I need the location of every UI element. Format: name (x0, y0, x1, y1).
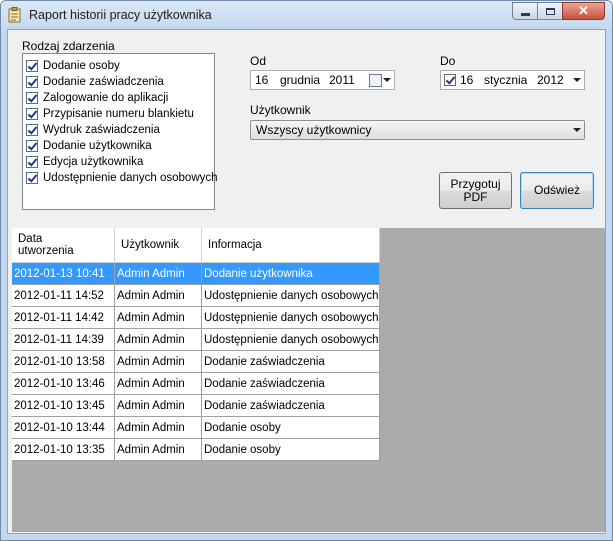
title-bar[interactable]: Raport historii pracy użytkownika ✕ (1, 1, 612, 29)
cell-user: Admin Admin (114, 328, 202, 351)
close-icon: ✕ (578, 3, 589, 18)
prepare-pdf-label-line2: PDF (463, 189, 488, 204)
user-select[interactable]: Wszyscy użytkownicy (250, 120, 585, 140)
cell-info: Dodanie użytkownika (201, 262, 380, 285)
event-checkbox-edycja-uzytkownika[interactable]: Edycja użytkownika (26, 154, 143, 170)
event-checkbox-zalogowanie[interactable]: Zalogowanie do aplikacji (26, 90, 168, 106)
column-header-user[interactable]: Użytkownik (114, 228, 202, 263)
to-date-enable-checkbox[interactable] (444, 74, 456, 86)
from-date-picker[interactable]: 16 grudnia 2011 (250, 70, 395, 90)
cell-user: Admin Admin (114, 416, 202, 439)
event-checkbox-przypisanie-numeru[interactable]: Przypisanie numeru blankietu (26, 106, 194, 122)
column-header-info[interactable]: Informacja (201, 228, 380, 263)
event-checkbox-dodanie-uzytkownika[interactable]: Dodanie użytkownika (26, 138, 152, 154)
checkbox-checked-icon (26, 108, 38, 120)
minimize-icon (520, 12, 530, 16)
event-type-checklist[interactable]: Dodanie osoby Dodanie zaświadczenia Zalo… (22, 53, 218, 210)
refresh-button[interactable]: Odśwież (520, 172, 594, 209)
close-button[interactable]: ✕ (562, 2, 605, 20)
calendar-icon[interactable] (369, 74, 382, 87)
table-row[interactable]: 2012-01-11 14:42 Admin Admin Udostępnien… (12, 306, 380, 329)
cell-date: 2012-01-11 14:39 (12, 328, 115, 351)
cell-date: 2012-01-13 10:41 (12, 262, 115, 285)
checkbox-checked-icon (26, 156, 38, 168)
history-table: Data utworzenia Użytkownik Informacja 201… (12, 228, 380, 461)
window-title: Raport historii pracy użytkownika (29, 8, 212, 22)
from-day[interactable]: 16 (255, 73, 268, 87)
from-date-label: Od (250, 54, 267, 68)
checkbox-checked-icon (26, 92, 38, 104)
to-date-label: Do (440, 54, 456, 68)
to-date-picker[interactable]: 16 stycznia 2012 (440, 70, 585, 90)
cell-date: 2012-01-11 14:52 (12, 284, 115, 307)
cell-date: 2012-01-11 14:42 (12, 306, 115, 329)
checkbox-checked-icon (26, 124, 38, 136)
maximize-icon (545, 7, 555, 15)
checkbox-checked-icon (26, 140, 38, 152)
table-row[interactable]: 2012-01-10 13:46 Admin Admin Dodanie zaś… (12, 372, 380, 395)
minimize-button[interactable] (512, 2, 538, 20)
refresh-label: Odśwież (533, 183, 580, 197)
cell-date: 2012-01-10 13:58 (12, 350, 115, 373)
cell-date: 2012-01-10 13:44 (12, 416, 115, 439)
event-checkbox-dodanie-osoby[interactable]: Dodanie osoby (26, 58, 120, 74)
user-label: Użytkownik (250, 103, 311, 117)
cell-date: 2012-01-10 13:35 (12, 438, 115, 461)
window-client-area: Rodzaj zdarzenia Dodanie osoby Dodanie z… (7, 29, 606, 534)
cell-info: Dodanie osoby (201, 416, 380, 439)
event-checkbox-wydruk[interactable]: Wydruk zaświadczenia (26, 122, 160, 138)
cell-user: Admin Admin (114, 372, 202, 395)
checkbox-checked-icon (26, 60, 38, 72)
report-window: Raport historii pracy użytkownika ✕ Rodz… (0, 0, 613, 541)
cell-info: Udostępnienie danych osobowych (201, 306, 380, 329)
cell-info: Udostępnienie danych osobowych (201, 328, 380, 351)
checkbox-checked-icon (26, 76, 38, 88)
to-year[interactable]: 2012 (537, 73, 564, 87)
chevron-down-icon[interactable] (383, 78, 391, 82)
cell-date: 2012-01-10 13:45 (12, 394, 115, 417)
user-select-value: Wszyscy użytkownicy (256, 123, 372, 137)
chevron-down-icon[interactable] (573, 128, 581, 132)
report-document-icon (8, 7, 22, 23)
history-grid[interactable]: Data utworzenia Użytkownik Informacja 201… (12, 228, 605, 532)
cell-info: Dodanie zaświadczenia (201, 372, 380, 395)
cell-user: Admin Admin (114, 438, 202, 461)
from-year[interactable]: 2011 (329, 73, 355, 87)
table-row[interactable]: 2012-01-11 14:52 Admin Admin Udostępnien… (12, 284, 380, 307)
column-header-date[interactable]: Data utworzenia (12, 228, 115, 263)
cell-user: Admin Admin (114, 262, 202, 285)
table-row[interactable]: 2012-01-10 13:45 Admin Admin Dodanie zaś… (12, 394, 380, 417)
to-day[interactable]: 16 (460, 73, 473, 87)
table-row[interactable]: 2012-01-10 13:58 Admin Admin Dodanie zaś… (12, 350, 380, 373)
chevron-down-icon[interactable] (573, 78, 581, 82)
to-month[interactable]: stycznia (484, 73, 527, 87)
cell-info: Dodanie zaświadczenia (201, 350, 380, 373)
cell-info: Udostępnienie danych osobowych (201, 284, 380, 307)
cell-user: Admin Admin (114, 306, 202, 329)
table-row[interactable]: 2012-01-10 13:35 Admin Admin Dodanie oso… (12, 438, 380, 461)
table-row[interactable]: 2012-01-11 14:39 Admin Admin Udostępnien… (12, 328, 380, 351)
cell-info: Dodanie zaświadczenia (201, 394, 380, 417)
from-month[interactable]: grudnia (280, 73, 320, 87)
cell-user: Admin Admin (114, 394, 202, 417)
grid-header-row: Data utworzenia Użytkownik Informacja (12, 228, 380, 263)
cell-user: Admin Admin (114, 284, 202, 307)
prepare-pdf-button[interactable]: Przygotuj PDF (439, 172, 512, 209)
cell-date: 2012-01-10 13:46 (12, 372, 115, 395)
event-checkbox-dodanie-zaswiadczenia[interactable]: Dodanie zaświadczenia (26, 74, 164, 90)
prepare-pdf-label-line1: Przygotuj (450, 176, 501, 191)
cell-info: Dodanie osoby (201, 438, 380, 461)
cell-user: Admin Admin (114, 350, 202, 373)
maximize-button[interactable] (537, 2, 563, 20)
event-type-label: Rodzaj zdarzenia (22, 39, 115, 53)
checkbox-checked-icon (26, 172, 38, 184)
table-row[interactable]: 2012-01-13 10:41 Admin Admin Dodanie uży… (12, 262, 380, 285)
table-row[interactable]: 2012-01-10 13:44 Admin Admin Dodanie oso… (12, 416, 380, 439)
event-checkbox-udostepnienie[interactable]: Udostępnienie danych osobowych (26, 170, 218, 186)
